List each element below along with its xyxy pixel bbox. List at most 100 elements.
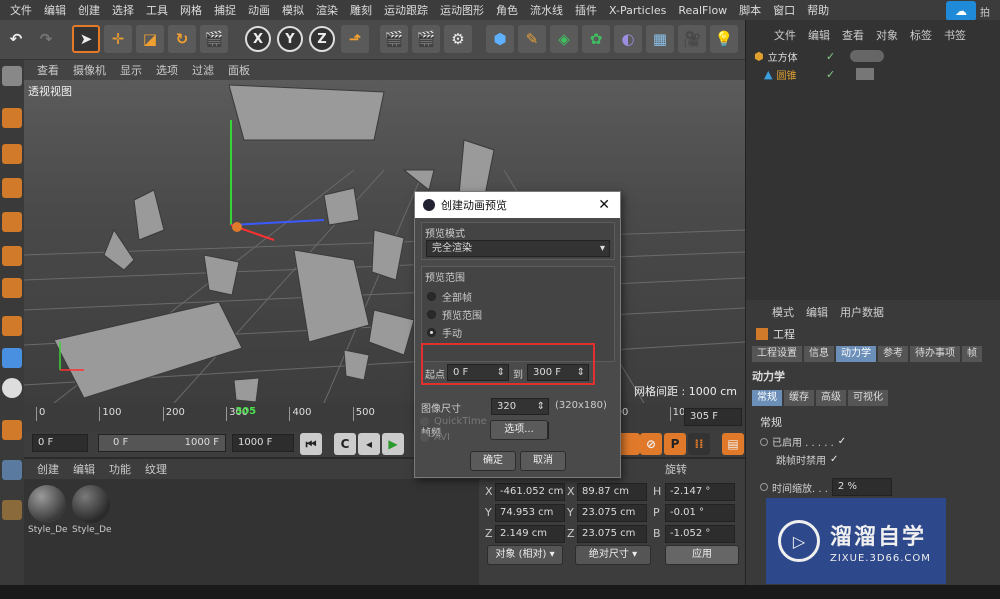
clapper-icon[interactable]: 🎬 [200, 25, 228, 53]
attribute-tab[interactable]: 帧 [962, 346, 982, 362]
select-tool-icon[interactable]: ➤ [72, 25, 100, 53]
attr-menu-mode[interactable]: 模式 [766, 304, 800, 320]
material-swatch[interactable]: Style_De [72, 485, 112, 537]
menu-item[interactable]: 帮助 [801, 2, 835, 18]
menu-item[interactable]: 插件 [569, 2, 603, 18]
rotate-tool-icon[interactable]: ↻ [168, 25, 196, 53]
menu-item[interactable]: 文件 [4, 2, 38, 18]
polygons-mode-icon[interactable] [2, 278, 22, 298]
enabled-checkbox[interactable]: ✓ [838, 436, 846, 447]
max-frame-field[interactable]: 1000 F [232, 434, 294, 452]
menu-item[interactable]: 捕捉 [208, 2, 242, 18]
coordinate-system-icon[interactable]: ⬏ [341, 25, 369, 53]
options-button[interactable]: 选项... [490, 420, 548, 440]
object-menu-item[interactable]: 书签 [938, 27, 972, 43]
viewport-menu-item[interactable]: 显示 [113, 62, 149, 78]
range-option[interactable]: 全部帧 [427, 289, 472, 304]
object-menu-item[interactable]: 标签 [904, 27, 938, 43]
object-menu-item[interactable]: 对象 [870, 27, 904, 43]
playhead-marker[interactable]: 305 [235, 406, 256, 417]
y-axis-button[interactable]: Y [277, 26, 303, 52]
subdivision-icon[interactable]: ◈ [550, 25, 578, 53]
coord-value-field[interactable]: 89.87 cm [577, 483, 647, 501]
image-size-field[interactable]: 320 ⇕ [491, 398, 549, 415]
material-menu-item[interactable]: 纹理 [138, 461, 174, 477]
visibility-check-icon[interactable]: ✓ [826, 50, 835, 63]
coord-value-field[interactable]: -1.052 ° [665, 525, 735, 543]
viewport-menu-item[interactable]: 摄像机 [66, 62, 113, 78]
magnet-icon[interactable] [2, 420, 22, 440]
object-menu-item[interactable]: 文件 [768, 27, 802, 43]
snap-icon[interactable] [2, 378, 22, 398]
menu-item[interactable]: 动画 [242, 2, 276, 18]
menu-item[interactable]: 创建 [72, 2, 106, 18]
range-option[interactable]: 预览范围 [427, 307, 482, 322]
material-menu-item[interactable]: 创建 [30, 461, 66, 477]
attribute-tab[interactable]: 动力学 [836, 346, 876, 362]
attribute-tab[interactable]: 参考 [878, 346, 908, 362]
range-option[interactable]: 手动 [427, 325, 462, 340]
size-mode-dropdown[interactable]: 绝对尺寸 ▾ [575, 545, 651, 565]
preview-mode-dropdown[interactable]: 完全渲染 ▾ [426, 240, 610, 257]
undo-icon[interactable]: ↶ [2, 25, 30, 53]
viewport-menu-item[interactable]: 过滤 [185, 62, 221, 78]
points-mode-icon[interactable] [2, 212, 22, 232]
timeline-ruler[interactable]: 01002003004005006007008009001000305305 F [24, 403, 745, 431]
tweak-mode-icon[interactable] [2, 348, 22, 368]
point-level-icon[interactable]: ⁞⁞ [688, 433, 710, 455]
light-icon[interactable]: 💡 [710, 25, 738, 53]
tag-icons[interactable] [850, 50, 884, 62]
scale-tool-icon[interactable]: ◪ [136, 25, 164, 53]
menu-item[interactable]: 角色 [490, 2, 524, 18]
record-keys-icon[interactable] [618, 433, 640, 455]
tag-icons[interactable] [856, 68, 874, 80]
end-frame-field[interactable]: 305 F [684, 408, 742, 426]
go-to-start-icon[interactable]: ⏮ [300, 433, 322, 455]
coord-value-field[interactable]: -0.01 ° [665, 504, 735, 522]
param-key-icon[interactable]: P [664, 433, 686, 455]
axis-mode-icon[interactable] [2, 316, 22, 336]
coord-mode-dropdown[interactable]: 对象 (相对) ▾ [487, 545, 563, 565]
menu-item[interactable]: 模拟 [276, 2, 310, 18]
attribute-tab[interactable]: 待办事项 [910, 346, 960, 362]
coord-value-field[interactable]: -2.147 ° [665, 483, 735, 501]
menu-item[interactable]: 选择 [106, 2, 140, 18]
move-tool-icon[interactable]: ✛ [104, 25, 132, 53]
array-icon[interactable]: ✿ [582, 25, 610, 53]
menu-item[interactable]: 运动跟踪 [378, 2, 434, 18]
dynamics-subtab[interactable]: 缓存 [784, 390, 814, 406]
menu-item[interactable]: 脚本 [733, 2, 767, 18]
workplane-lock-icon[interactable] [2, 460, 22, 480]
object-row[interactable]: ▲ 圆锥 ✓ [754, 66, 994, 82]
step-back-icon[interactable]: ◂ [358, 433, 380, 455]
visibility-check-icon[interactable]: ✓ [826, 68, 835, 81]
coord-value-field[interactable]: 74.953 cm [495, 504, 565, 522]
menu-item[interactable]: X-Particles [603, 4, 672, 17]
dynamics-subtab[interactable]: 常规 [752, 390, 782, 406]
apply-button[interactable]: 应用 [665, 545, 739, 565]
object-menu-item[interactable]: 查看 [836, 27, 870, 43]
render-view-icon[interactable]: 🎬 [380, 25, 408, 53]
ok-button[interactable]: 确定 [470, 451, 516, 471]
prev-key-icon[interactable]: C [334, 433, 356, 455]
perspective-viewport[interactable]: 透视视图 网格间距 : 1000 cm [24, 80, 745, 403]
dynamics-subtab[interactable]: 可视化 [848, 390, 888, 406]
timeline-window-icon[interactable]: ▤ [722, 433, 744, 455]
quicktime-option[interactable]: QuickTime [420, 416, 487, 427]
viewport-menu-item[interactable]: 选项 [149, 62, 185, 78]
redo-icon[interactable]: ↷ [32, 25, 60, 53]
deformer-icon[interactable]: ◐ [614, 25, 642, 53]
viewport-menu-item[interactable]: 面板 [221, 62, 257, 78]
material-menu-item[interactable]: 编辑 [66, 461, 102, 477]
menu-item[interactable]: 渲染 [310, 2, 344, 18]
coord-value-field[interactable]: 23.075 cm [577, 504, 647, 522]
dynamics-subtab[interactable]: 高级 [816, 390, 846, 406]
coord-value-field[interactable]: 2.149 cm [495, 525, 565, 543]
cloud-icon[interactable]: ☁ [946, 1, 976, 21]
x-axis-button[interactable]: X [245, 26, 271, 52]
menu-item[interactable]: 运动图形 [434, 2, 490, 18]
make-editable-icon[interactable] [2, 66, 22, 86]
close-icon[interactable]: ✕ [598, 197, 610, 213]
cancel-button[interactable]: 取消 [520, 451, 566, 471]
model-mode-icon[interactable] [2, 108, 22, 128]
